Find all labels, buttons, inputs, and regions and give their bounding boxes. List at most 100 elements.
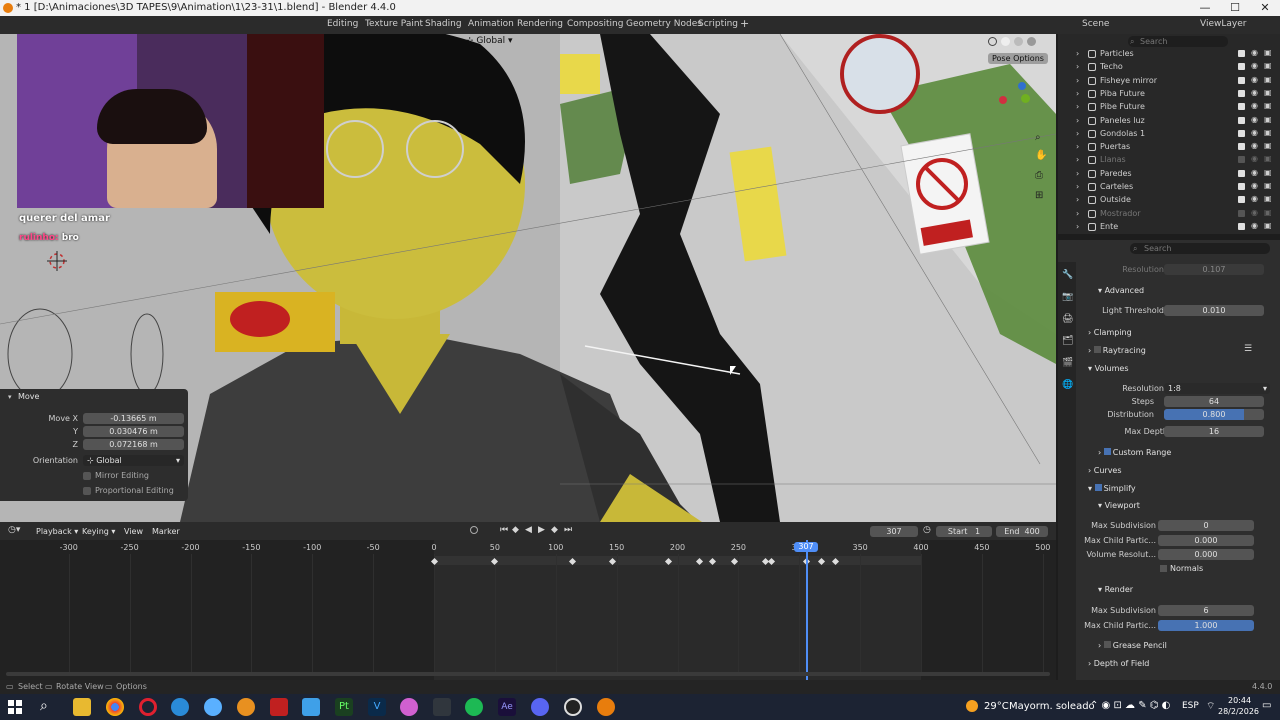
normals-checkbox[interactable] xyxy=(1160,565,1167,572)
scene-selector[interactable]: Scene xyxy=(1082,19,1109,29)
editor-type-icon[interactable]: ◷▾ xyxy=(8,525,20,535)
video-app-icon[interactable] xyxy=(270,698,288,716)
start-frame-field[interactable]: Start 1 xyxy=(936,526,992,537)
play-reverse-icon[interactable]: ◀ xyxy=(525,525,532,535)
outliner-item[interactable]: › Piba Future ◉ ▣ xyxy=(1058,88,1280,101)
eye-icon[interactable]: ◉ xyxy=(1251,128,1258,137)
tool-tab-icon[interactable]: 🔧 xyxy=(1062,270,1073,280)
prev-key-icon[interactable]: ◆ xyxy=(512,525,519,535)
3d-viewport[interactable]: querer del amar rulinho: bro ⊹ Global ▾ … xyxy=(0,34,1056,522)
outliner-item[interactable]: › Gondolas 1 ◉ ▣ xyxy=(1058,128,1280,141)
camera-icon[interactable]: ▣ xyxy=(1264,154,1272,163)
eye-icon[interactable]: ◉ xyxy=(1251,181,1258,190)
eye-icon[interactable]: ◉ xyxy=(1251,48,1258,57)
mirror-editing-checkbox[interactable] xyxy=(83,472,91,480)
current-frame-field[interactable]: 307 xyxy=(870,526,918,537)
expand-arrow-icon[interactable]: › xyxy=(1076,195,1079,204)
camera-icon[interactable]: ▣ xyxy=(1264,208,1272,217)
custom-range-header[interactable]: › Custom Range xyxy=(1098,448,1171,457)
search-icon[interactable]: ⌕ xyxy=(40,698,48,714)
end-frame-field[interactable]: End 400 xyxy=(996,526,1048,537)
eye-icon[interactable]: ◉ xyxy=(1251,61,1258,70)
expand-arrow-icon[interactable]: › xyxy=(1076,116,1079,125)
camera-icon[interactable]: ▣ xyxy=(1264,101,1272,110)
simplify-header[interactable]: ▾ Simplify xyxy=(1088,484,1136,493)
volumes-header[interactable]: ▾ Volumes xyxy=(1088,364,1128,373)
visual-studio-icon[interactable]: V xyxy=(368,698,386,716)
maximize-button[interactable]: ☐ xyxy=(1220,0,1250,16)
checkbox-icon[interactable] xyxy=(1238,222,1245,230)
viewport-subheader[interactable]: ▾ Viewport xyxy=(1098,501,1140,510)
outliner-item[interactable]: › Ente ◉ ▣ xyxy=(1058,221,1280,234)
eye-icon[interactable]: ◉ xyxy=(1251,141,1258,150)
tray-icons[interactable]: ⌃ ◉ ⊡ ☁ ✎ ⌬ ◐ xyxy=(1090,700,1170,711)
chrome-icon[interactable] xyxy=(106,698,124,716)
jump-start-icon[interactable]: ⏮ xyxy=(500,525,508,535)
eye-icon[interactable]: ◉ xyxy=(1251,221,1258,230)
move-z-field[interactable]: 0.072168 m xyxy=(83,439,184,450)
camera-icon[interactable]: ▣ xyxy=(1264,48,1272,57)
view-layer-tab-icon[interactable]: 🗂 xyxy=(1062,336,1073,346)
language-indicator[interactable]: ESP xyxy=(1182,701,1199,711)
camera-icon[interactable]: ▣ xyxy=(1264,128,1272,137)
minimize-button[interactable]: — xyxy=(1190,0,1220,16)
checkbox-icon[interactable] xyxy=(1238,183,1245,190)
app-spiral-icon[interactable] xyxy=(204,698,222,716)
navigation-gizmo[interactable] xyxy=(995,82,1045,132)
resolution-top-field[interactable]: 0.107 xyxy=(1164,264,1264,275)
next-key-icon[interactable]: ◆ xyxy=(551,525,558,535)
checkbox-icon[interactable] xyxy=(1238,103,1245,111)
pan-hand-icon[interactable]: ✋ xyxy=(1035,150,1047,161)
eye-icon[interactable]: ◉ xyxy=(1251,75,1258,84)
checkbox-icon[interactable] xyxy=(1238,129,1245,137)
timeline-editor[interactable]: ◷▾ Playback ▾ Keying ▾ View Marker ⏮ ◆ ◀… xyxy=(0,522,1056,682)
r-max-subdiv-field[interactable]: 6 xyxy=(1158,605,1254,616)
checkbox-icon[interactable] xyxy=(1238,196,1245,204)
render-tab-icon[interactable]: 📷 xyxy=(1062,292,1073,302)
raytracing-header[interactable]: › Raytracing xyxy=(1088,346,1146,355)
camera-icon[interactable]: ▣ xyxy=(1264,115,1272,124)
outliner-item[interactable]: › Outside ◉ ▣ xyxy=(1058,194,1280,207)
tab-compositing[interactable]: Compositing xyxy=(567,19,623,29)
expand-arrow-icon[interactable]: › xyxy=(1076,102,1079,111)
add-workspace-button[interactable]: + xyxy=(740,17,749,30)
output-tab-icon[interactable]: 🖨 xyxy=(1062,314,1073,324)
max-subdiv-field[interactable]: 0 xyxy=(1158,520,1254,531)
solid-shading-icon[interactable] xyxy=(1001,37,1010,46)
vol-res-field[interactable]: 0.000 xyxy=(1158,549,1254,560)
tab-scripting[interactable]: Scripting xyxy=(698,19,738,29)
outliner-item[interactable]: › Puertas ◉ ▣ xyxy=(1058,141,1280,154)
tab-editing[interactable]: Editing xyxy=(327,19,358,29)
checkbox-icon[interactable] xyxy=(1238,143,1245,151)
view-menu[interactable]: View xyxy=(124,527,143,536)
file-explorer-icon[interactable] xyxy=(73,698,91,716)
checkbox-icon[interactable] xyxy=(1238,156,1245,164)
checkbox-icon[interactable] xyxy=(1238,209,1245,217)
notifications-icon[interactable]: ▭ xyxy=(1262,700,1271,711)
list-options-icon[interactable]: ☰ xyxy=(1244,344,1252,354)
expand-arrow-icon[interactable]: › xyxy=(1076,142,1079,151)
properties-search[interactable]: ⌕ Search xyxy=(1130,243,1270,254)
outliner-item[interactable]: › Techo ◉ ▣ xyxy=(1058,61,1280,74)
tab-geometry-nodes[interactable]: Geometry Nodes xyxy=(626,19,702,29)
playback-menu[interactable]: Playback ▾ xyxy=(36,527,78,536)
x-axis-icon[interactable] xyxy=(999,96,1007,104)
timeline-scrollbar[interactable] xyxy=(6,672,1050,676)
orientation-dropdown[interactable]: ⊹ Global ▾ xyxy=(466,36,513,49)
blender-taskbar-icon[interactable] xyxy=(597,698,615,716)
clock-time[interactable]: 20:44 xyxy=(1228,696,1251,705)
expand-arrow-icon[interactable]: › xyxy=(1076,89,1079,98)
spotify-icon[interactable] xyxy=(465,698,483,716)
eye-icon[interactable]: ◉ xyxy=(1251,154,1258,163)
camera-icon[interactable]: ▣ xyxy=(1264,168,1272,177)
ortho-toggle-icon[interactable]: ⊞ xyxy=(1035,190,1043,201)
camera-icon[interactable]: ▣ xyxy=(1264,221,1272,230)
tab-animation[interactable]: Animation xyxy=(468,19,514,29)
y-axis-icon[interactable] xyxy=(1021,94,1030,103)
depth-of-field-header[interactable]: › Depth of Field xyxy=(1088,659,1149,668)
opera-icon[interactable] xyxy=(139,698,157,716)
checkbox-icon[interactable] xyxy=(1238,63,1245,71)
app-pink-icon[interactable] xyxy=(400,698,418,716)
obs-icon[interactable] xyxy=(564,698,582,716)
eye-icon[interactable]: ◉ xyxy=(1251,115,1258,124)
